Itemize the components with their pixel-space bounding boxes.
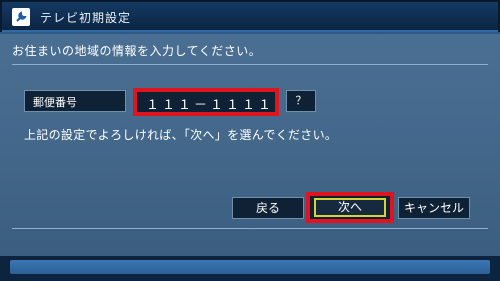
next-button-highlight: 次へ: [306, 192, 394, 223]
settings-wrench-icon: [12, 8, 30, 26]
intro-text: お住まいの地域の情報を入力してください。: [12, 44, 262, 58]
tv-setup-screen: テレビ初期設定 お住まいの地域の情報を入力してください。 郵便番号 １１１－１１…: [0, 0, 500, 281]
title-bar: テレビ初期設定: [2, 2, 498, 32]
top-divider: [12, 64, 488, 65]
postal-code-input[interactable]: １１１－１１１１: [133, 88, 279, 116]
next-button[interactable]: 次へ: [314, 198, 386, 217]
postal-label-box: 郵便番号: [24, 90, 126, 112]
help-button[interactable]: ？: [286, 90, 316, 112]
postal-code-value: １１１－１１１１: [146, 98, 275, 113]
cancel-button[interactable]: キャンセル: [398, 197, 470, 219]
window-title: テレビ初期設定: [40, 11, 132, 25]
back-button[interactable]: 戻る: [232, 197, 304, 219]
main-panel: お住まいの地域の情報を入力してください。 郵便番号 １１１－１１１１ ？ 上記の…: [0, 32, 500, 256]
status-bar: [10, 260, 490, 274]
postal-code-label: 郵便番号: [33, 96, 77, 109]
confirm-text: 上記の設定でよろしければ、「次へ」を選んでください。: [24, 128, 338, 142]
bottom-divider: [12, 228, 488, 229]
